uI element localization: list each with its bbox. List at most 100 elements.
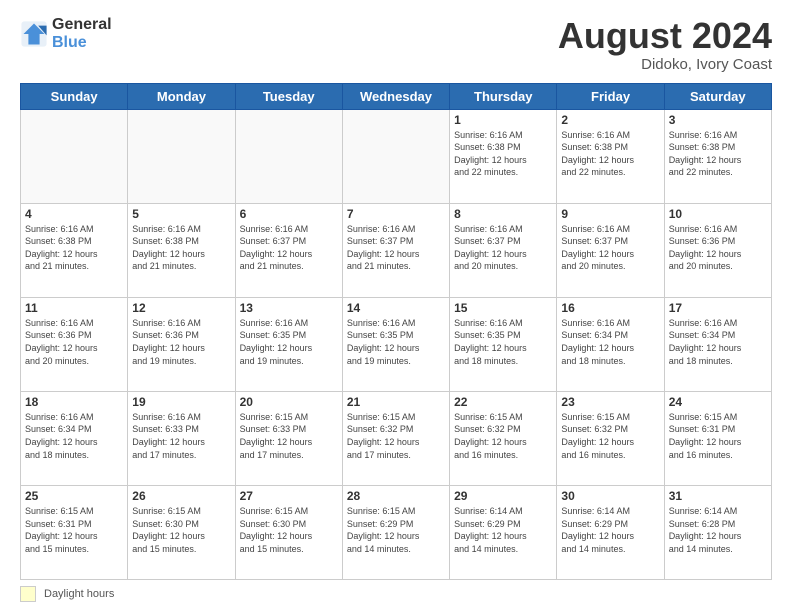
day-number: 31 [669, 489, 767, 503]
calendar-cell [21, 109, 128, 203]
day-number: 18 [25, 395, 123, 409]
day-info: Sunrise: 6:16 AMSunset: 6:37 PMDaylight:… [240, 223, 338, 273]
calendar-cell: 25Sunrise: 6:15 AMSunset: 6:31 PMDayligh… [21, 485, 128, 579]
day-number: 3 [669, 113, 767, 127]
header-saturday: Saturday [664, 83, 771, 109]
day-info: Sunrise: 6:16 AMSunset: 6:37 PMDaylight:… [561, 223, 659, 273]
calendar-cell: 27 Sunrise: 6:15 AMSunset: 6:30 PMDayligh… [235, 485, 342, 579]
day-number: 9 [561, 207, 659, 221]
day-number: 4 [25, 207, 123, 221]
day-info: Sunrise: 6:15 AMSunset: 6:33 PMDaylight:… [240, 411, 338, 461]
day-number: 20 [240, 395, 338, 409]
day-info: Sunrise: 6:15 AMSunset: 6:31 PMDaylight:… [25, 505, 123, 555]
day-number: 10 [669, 207, 767, 221]
day-info: Sunrise: 6:14 AMSunset: 6:29 PMDaylight:… [454, 505, 552, 555]
day-number: 2 [561, 113, 659, 127]
day-info: Sunrise: 6:15 AMSunset: 6:32 PMDaylight:… [454, 411, 552, 461]
calendar-cell: 24Sunrise: 6:15 AMSunset: 6:31 PMDayligh… [664, 391, 771, 485]
day-number: 14 [347, 301, 445, 315]
header-sunday: Sunday [21, 83, 128, 109]
day-number: 1 [454, 113, 552, 127]
day-info: Sunrise: 6:16 AMSunset: 6:36 PMDaylight:… [25, 317, 123, 367]
day-number: 16 [561, 301, 659, 315]
day-number: 21 [347, 395, 445, 409]
page: General Blue August 2024 Didoko, Ivory C… [0, 0, 792, 612]
month-title: August 2024 [558, 16, 772, 56]
day-number: 7 [347, 207, 445, 221]
calendar-cell [342, 109, 449, 203]
calendar-cell: 6Sunrise: 6:16 AMSunset: 6:37 PMDaylight… [235, 203, 342, 297]
header: General Blue August 2024 Didoko, Ivory C… [20, 16, 772, 73]
calendar-cell: 14 Sunrise: 6:16 AMSunset: 6:35 PMDayligh… [342, 297, 449, 391]
day-number: 30 [561, 489, 659, 503]
calendar-cell: 8 Sunrise: 6:16 AMSunset: 6:37 PMDaylight… [450, 203, 557, 297]
calendar-cell: 30 Sunrise: 6:14 AMSunset: 6:29 PMDayligh… [557, 485, 664, 579]
day-info: Sunrise: 6:16 AMSunset: 6:36 PMDaylight:… [669, 223, 767, 273]
calendar-cell: 15Sunrise: 6:16 AMSunset: 6:35 PMDayligh… [450, 297, 557, 391]
legend: Daylight hours [20, 586, 772, 602]
day-info: Sunrise: 6:16 AMSunset: 6:35 PMDaylight:… [347, 317, 445, 367]
day-number: 5 [132, 207, 230, 221]
day-info: Sunrise: 6:16 AMSunset: 6:38 PMDaylight:… [25, 223, 123, 273]
day-number: 8 [454, 207, 552, 221]
day-info: Sunrise: 6:16 AMSunset: 6:36 PMDaylight:… [132, 317, 230, 367]
day-info: Sunrise: 6:15 AMSunset: 6:32 PMDaylight:… [347, 411, 445, 461]
day-number: 15 [454, 301, 552, 315]
calendar-cell: 2 Sunrise: 6:16 AMSunset: 6:38 PMDaylight… [557, 109, 664, 203]
day-number: 27 [240, 489, 338, 503]
logo: General Blue [20, 16, 112, 51]
day-number: 17 [669, 301, 767, 315]
calendar-cell: 3 Sunrise: 6:16 AMSunset: 6:38 PMDaylight… [664, 109, 771, 203]
day-info: Sunrise: 6:15 AMSunset: 6:32 PMDaylight:… [561, 411, 659, 461]
day-info: Sunrise: 6:16 AMSunset: 6:38 PMDaylight:… [454, 129, 552, 179]
calendar-cell: 26 Sunrise: 6:15 AMSunset: 6:30 PMDayligh… [128, 485, 235, 579]
legend-box [20, 586, 36, 602]
calendar-cell: 19 Sunrise: 6:16 AMSunset: 6:33 PMDayligh… [128, 391, 235, 485]
calendar-cell: 17 Sunrise: 6:16 AMSunset: 6:34 PMDayligh… [664, 297, 771, 391]
location-subtitle: Didoko, Ivory Coast [558, 56, 772, 73]
header-tuesday: Tuesday [235, 83, 342, 109]
day-info: Sunrise: 6:15 AMSunset: 6:31 PMDaylight:… [669, 411, 767, 461]
day-info: Sunrise: 6:16 AMSunset: 6:33 PMDaylight:… [132, 411, 230, 461]
legend-label: Daylight hours [44, 588, 114, 600]
calendar-cell: 16 Sunrise: 6:16 AMSunset: 6:34 PMDayligh… [557, 297, 664, 391]
header-thursday: Thursday [450, 83, 557, 109]
week-row-4: 18 Sunrise: 6:16 AMSunset: 6:34 PMDayligh… [21, 391, 772, 485]
calendar-cell: 11 Sunrise: 6:16 AMSunset: 6:36 PMDayligh… [21, 297, 128, 391]
day-info: Sunrise: 6:16 AMSunset: 6:34 PMDaylight:… [669, 317, 767, 367]
day-number: 12 [132, 301, 230, 315]
logo-text: General Blue [52, 16, 112, 51]
calendar-cell: 21 Sunrise: 6:15 AMSunset: 6:32 PMDayligh… [342, 391, 449, 485]
calendar-cell [128, 109, 235, 203]
logo-icon [20, 20, 48, 48]
calendar-cell: 5 Sunrise: 6:16 AMSunset: 6:38 PMDaylight… [128, 203, 235, 297]
day-info: Sunrise: 6:16 AMSunset: 6:34 PMDaylight:… [561, 317, 659, 367]
day-info: Sunrise: 6:16 AMSunset: 6:38 PMDaylight:… [561, 129, 659, 179]
calendar-table: Sunday Monday Tuesday Wednesday Thursday… [20, 83, 772, 580]
day-number: 22 [454, 395, 552, 409]
calendar-cell: 23Sunrise: 6:15 AMSunset: 6:32 PMDayligh… [557, 391, 664, 485]
header-monday: Monday [128, 83, 235, 109]
calendar-cell: 22 Sunrise: 6:15 AMSunset: 6:32 PMDayligh… [450, 391, 557, 485]
day-info: Sunrise: 6:16 AMSunset: 6:37 PMDaylight:… [454, 223, 552, 273]
calendar-cell [235, 109, 342, 203]
day-info: Sunrise: 6:16 AMSunset: 6:38 PMDaylight:… [132, 223, 230, 273]
calendar-cell: 9 Sunrise: 6:16 AMSunset: 6:37 PMDaylight… [557, 203, 664, 297]
day-info: Sunrise: 6:15 AMSunset: 6:29 PMDaylight:… [347, 505, 445, 555]
day-number: 28 [347, 489, 445, 503]
day-number: 19 [132, 395, 230, 409]
calendar-cell: 12 Sunrise: 6:16 AMSunset: 6:36 PMDayligh… [128, 297, 235, 391]
day-number: 11 [25, 301, 123, 315]
calendar-cell: 7Sunrise: 6:16 AMSunset: 6:37 PMDaylight… [342, 203, 449, 297]
day-info: Sunrise: 6:16 AMSunset: 6:38 PMDaylight:… [669, 129, 767, 179]
day-number: 13 [240, 301, 338, 315]
header-friday: Friday [557, 83, 664, 109]
calendar-cell: 4 Sunrise: 6:16 AMSunset: 6:38 PMDaylight… [21, 203, 128, 297]
day-info: Sunrise: 6:14 AMSunset: 6:29 PMDaylight:… [561, 505, 659, 555]
day-info: Sunrise: 6:15 AMSunset: 6:30 PMDaylight:… [240, 505, 338, 555]
day-info: Sunrise: 6:16 AMSunset: 6:34 PMDaylight:… [25, 411, 123, 461]
week-row-3: 11 Sunrise: 6:16 AMSunset: 6:36 PMDayligh… [21, 297, 772, 391]
day-info: Sunrise: 6:15 AMSunset: 6:30 PMDaylight:… [132, 505, 230, 555]
calendar-cell: 31Sunrise: 6:14 AMSunset: 6:28 PMDayligh… [664, 485, 771, 579]
day-number: 26 [132, 489, 230, 503]
